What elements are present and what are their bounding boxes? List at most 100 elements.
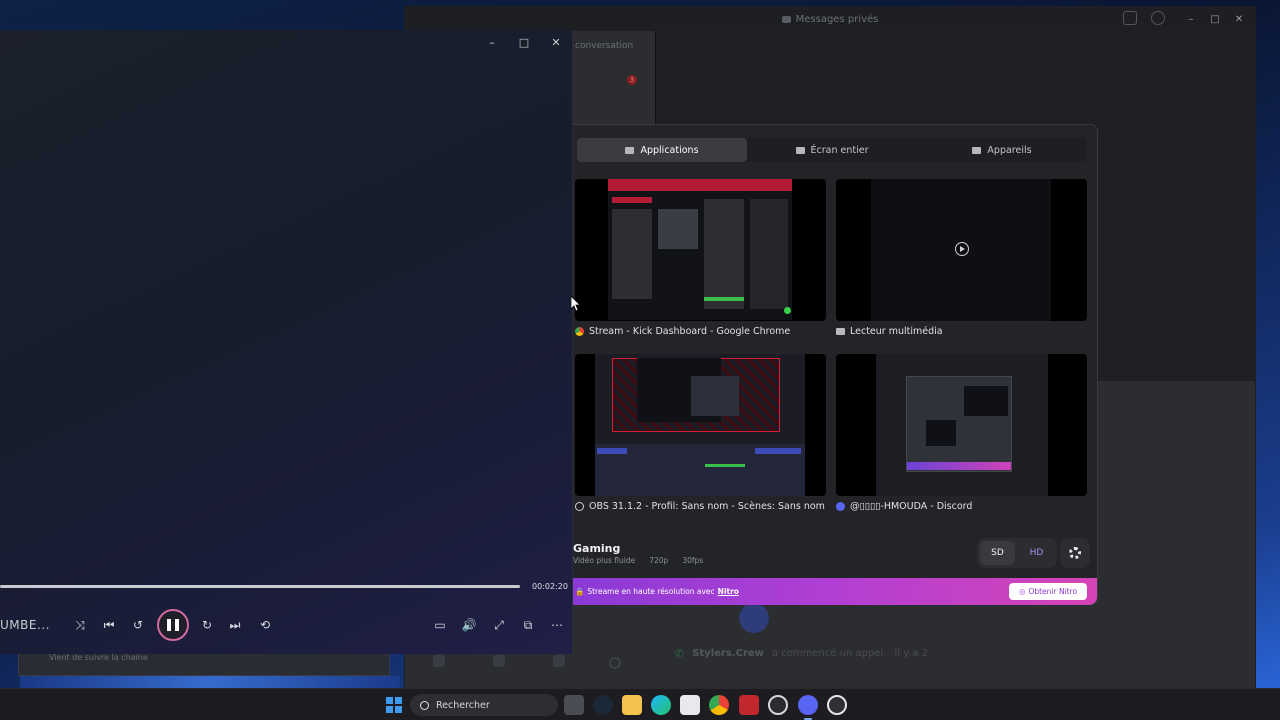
tiktok-live-icon[interactable] — [739, 695, 759, 715]
screen-share-picker: Applications Écran entier Appareils Stre… — [573, 124, 1098, 605]
follow-notice: Vient de suivre la chaîne — [49, 653, 148, 662]
time-display: 00:02:20 — [532, 582, 568, 591]
quality-details: Vidéo plus fluide 720p 30fps — [573, 556, 703, 565]
media-player-icon — [836, 328, 845, 335]
user-settings-icon[interactable] — [553, 655, 565, 667]
chrome-thumbnail — [608, 179, 792, 320]
window-label-discord: @▯▯▯▯-HMOUDA - Discord — [836, 501, 972, 512]
obs-thumbnail — [595, 354, 805, 496]
tab-devices[interactable]: Appareils — [917, 138, 1087, 162]
song-title: UMBE... — [0, 618, 50, 632]
chrome-icon[interactable] — [709, 695, 729, 715]
media-player-icon[interactable] — [827, 695, 847, 715]
discord-minimize-button[interactable]: – — [1179, 14, 1203, 25]
shuffle-button[interactable]: ⤨ — [70, 615, 90, 635]
call-time: Il y a 2 — [894, 648, 929, 659]
tab-applications[interactable]: Applications — [577, 138, 747, 162]
headset-icon[interactable] — [493, 655, 505, 667]
search-icon — [420, 700, 429, 710]
window-title: Stream - Kick Dashboard - Google Chrome — [589, 326, 791, 337]
search-placeholder: Rechercher — [436, 699, 490, 711]
more-options-button[interactable]: ⋯ — [547, 615, 567, 635]
gear-icon[interactable] — [609, 657, 621, 669]
call-message: ✆ Stylers.Crew a commencé un appel. Il y… — [675, 647, 928, 660]
fullscreen-button[interactable]: ⤢ — [489, 615, 509, 635]
tab-label: Appareils — [987, 144, 1032, 156]
sd-button[interactable]: SD — [980, 541, 1015, 565]
gear-icon — [1069, 547, 1081, 559]
camera-icon — [972, 146, 982, 154]
window-title: OBS 31.1.2 - Profil: Sans nom - Scènes: … — [589, 501, 825, 512]
discord-bottom-icons — [433, 655, 565, 667]
nitro-message: 🔒 Streame en haute résolution avec Nitro — [575, 587, 739, 596]
lock-icon: 🔒 — [575, 587, 585, 596]
get-nitro-label: Obtenir Nitro — [1028, 587, 1078, 596]
pause-button[interactable] — [157, 609, 189, 641]
rewind-10-button[interactable]: ↺ — [128, 615, 148, 635]
window-title: Lecteur multimédia — [850, 326, 943, 337]
steam-icon[interactable] — [593, 695, 613, 715]
quality-preset-title: Gaming — [573, 542, 621, 555]
subtitles-button[interactable]: ▭ — [430, 615, 450, 635]
taskbar-search[interactable]: Rechercher — [410, 694, 558, 716]
window-label-media-player: Lecteur multimédia — [836, 326, 943, 337]
phone-icon: ✆ — [675, 647, 685, 660]
tab-entire-screen[interactable]: Écran entier — [747, 138, 917, 162]
player-close-button[interactable]: ✕ — [540, 30, 572, 56]
seek-bar[interactable] — [0, 585, 520, 588]
nitro-icon: ◎ — [1018, 587, 1026, 596]
conversation-label[interactable]: conversation — [575, 41, 633, 51]
call-text: a commencé un appel. — [771, 648, 887, 659]
player-maximize-button[interactable]: □ — [508, 30, 540, 56]
window-label-chrome: Stream - Kick Dashboard - Google Chrome — [575, 326, 790, 337]
window-tile-discord[interactable] — [836, 354, 1087, 496]
volume-button[interactable]: 🔊 — [459, 615, 479, 635]
folder-icon[interactable] — [622, 695, 642, 715]
messages-icon — [781, 15, 791, 23]
call-user[interactable]: Stylers.Crew — [692, 648, 764, 659]
unread-badge: 3 — [627, 75, 637, 85]
discord-maximize-button[interactable]: □ — [1203, 14, 1227, 25]
quality-subtitle: Vidéo plus fluide — [573, 556, 636, 565]
file-explorer-icon[interactable] — [564, 695, 584, 715]
stream-settings-button[interactable] — [1060, 538, 1090, 568]
player-titlebar: – □ ✕ — [476, 30, 572, 56]
windows-start-icon[interactable] — [386, 697, 402, 713]
player-minimize-button[interactable]: – — [476, 30, 508, 56]
window-label-obs: OBS 31.1.2 - Profil: Sans nom - Scènes: … — [575, 501, 825, 512]
forward-30-button[interactable]: ↻ — [197, 615, 217, 635]
help-icon[interactable] — [1151, 11, 1165, 25]
discord-icon — [836, 502, 845, 511]
discord-icon[interactable] — [798, 695, 818, 720]
discord-close-button[interactable]: ✕ — [1227, 14, 1251, 25]
store-icon[interactable] — [680, 695, 700, 715]
obs-icon — [575, 502, 584, 511]
discord-titlebar: Messages privés – □ ✕ — [405, 7, 1255, 31]
tab-label: Applications — [640, 144, 699, 156]
monitor-icon — [795, 146, 805, 154]
hd-button[interactable]: HD — [1019, 541, 1054, 565]
taskbar: Rechercher — [0, 688, 1280, 720]
avatar — [739, 603, 769, 633]
repeat-button[interactable]: ⟲ — [255, 615, 275, 635]
window-tile-obs[interactable] — [575, 354, 826, 496]
obs-icon[interactable] — [768, 695, 788, 715]
quality-fps: 30fps — [682, 556, 704, 565]
miniplayer-button[interactable]: ⧉ — [518, 615, 538, 635]
previous-button[interactable]: ⏮ — [99, 615, 119, 635]
nitro-link[interactable]: Nitro — [718, 587, 739, 596]
discord-title: Messages privés — [781, 14, 878, 25]
mic-icon[interactable] — [433, 655, 445, 667]
get-nitro-button[interactable]: ◎ Obtenir Nitro — [1009, 583, 1087, 600]
resolution-toggle: SD HD — [977, 538, 1057, 568]
window-tile-chrome[interactable] — [575, 179, 826, 321]
discord-thumbnail — [876, 354, 1048, 496]
wallpaper-streak — [20, 676, 400, 688]
edge-icon[interactable] — [651, 695, 671, 715]
tab-label: Écran entier — [810, 144, 869, 156]
inbox-icon[interactable] — [1123, 11, 1137, 25]
window-tile-media-player[interactable] — [836, 179, 1087, 321]
next-button[interactable]: ⏭ — [225, 615, 245, 635]
nitro-text: Streame en haute résolution avec — [587, 587, 715, 596]
window-icon — [625, 146, 635, 154]
